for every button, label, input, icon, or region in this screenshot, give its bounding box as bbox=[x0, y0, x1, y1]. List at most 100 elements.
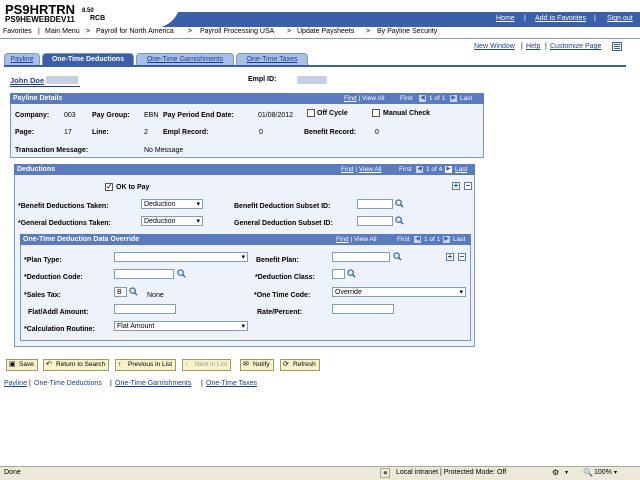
bottom-link-one-time-garnishments[interactable]: One-Time Garnishments bbox=[115, 380, 191, 387]
toplinks-separator: | bbox=[545, 43, 547, 50]
new-window-link[interactable]: New Window bbox=[474, 43, 515, 50]
next-icon: ↓ bbox=[185, 361, 189, 368]
deductions-last-link[interactable]: Last bbox=[455, 166, 467, 173]
crumb-favorites[interactable]: Favorites bbox=[3, 28, 32, 35]
benefit-record-value: 0 bbox=[375, 129, 379, 136]
add-row-button[interactable]: + bbox=[452, 182, 460, 190]
employee-name[interactable]: John Doe bbox=[10, 76, 44, 85]
delete-row-button[interactable]: − bbox=[464, 182, 472, 190]
search-icon[interactable] bbox=[129, 287, 138, 296]
save-icon: ▣ bbox=[9, 361, 16, 368]
override-title: One-Time Deduction Data Override bbox=[23, 236, 140, 243]
override-first: First bbox=[397, 236, 410, 243]
search-icon[interactable] bbox=[177, 269, 186, 278]
http-icon[interactable] bbox=[612, 42, 622, 51]
search-icon[interactable] bbox=[347, 269, 356, 278]
ok-to-pay-label: OK to Pay bbox=[116, 184, 150, 191]
protected-mode-icon[interactable]: ⚙ bbox=[552, 468, 559, 477]
next-in-list-button[interactable]: ↓ Next in List bbox=[182, 359, 232, 371]
save-label: Save bbox=[19, 361, 34, 368]
deductions-find-link[interactable]: Find bbox=[341, 166, 354, 173]
override-find-link[interactable]: Find bbox=[336, 236, 349, 243]
manual-check-checkbox[interactable] bbox=[372, 109, 380, 117]
pay-group-value: EBN bbox=[144, 112, 159, 119]
plan-type-select[interactable] bbox=[114, 252, 248, 262]
prev-arrow-icon: ◀ bbox=[419, 95, 426, 102]
deductions-view-all-link[interactable]: View All bbox=[359, 166, 382, 173]
bottom-link-payline[interactable]: Payline bbox=[4, 380, 27, 387]
rate-input[interactable] bbox=[332, 304, 394, 314]
sign-out-link[interactable]: Sign out bbox=[607, 15, 633, 22]
search-icon[interactable] bbox=[393, 252, 402, 261]
flat-amount-input[interactable] bbox=[114, 304, 176, 314]
tab-payline[interactable]: Payline bbox=[4, 53, 40, 65]
return-to-search-button[interactable]: ↶ Return to Search bbox=[43, 359, 110, 371]
breadcrumb: Favorites | Main Menu > Payroll for Nort… bbox=[0, 27, 640, 38]
calc-routine-select[interactable]: Flat Amount bbox=[114, 321, 248, 331]
general-taken-label: *General Deductions Taken: bbox=[18, 220, 111, 227]
zoom-dropdown-icon[interactable]: ▾ bbox=[614, 469, 617, 476]
status-bar: Done ● Local intranet | Protected Mode: … bbox=[0, 466, 640, 480]
line-label: Line: bbox=[92, 129, 109, 136]
add-to-favorites-link[interactable]: Add to Favorites bbox=[535, 15, 586, 22]
general-subset-input[interactable] bbox=[357, 216, 393, 226]
benefit-taken-label: *Benefit Deductions Taken: bbox=[18, 203, 109, 210]
benefit-plan-input[interactable] bbox=[332, 252, 390, 262]
notify-button[interactable]: ✉ Notify bbox=[240, 359, 274, 371]
return-icon: ↶ bbox=[46, 361, 52, 368]
dropdown-arrow-icon[interactable]: ▾ bbox=[565, 469, 568, 476]
transaction-label: Transaction Message: bbox=[15, 147, 89, 154]
off-cycle-checkbox[interactable] bbox=[307, 109, 315, 117]
crumb-update-paysheets[interactable]: Update Paysheets bbox=[297, 28, 354, 35]
general-subset-label: General Deduction Subset ID: bbox=[234, 220, 333, 227]
crumb-separator: > bbox=[188, 28, 193, 35]
one-time-code-value: Override bbox=[335, 289, 362, 296]
breadcrumb-divider bbox=[0, 38, 640, 39]
deduction-code-input[interactable] bbox=[114, 269, 174, 279]
sales-tax-input[interactable]: B bbox=[114, 287, 127, 297]
refresh-button[interactable]: ⟳ Refresh bbox=[280, 359, 320, 371]
delete-row-button[interactable]: − bbox=[458, 253, 466, 261]
general-taken-select[interactable]: Deduction bbox=[141, 216, 203, 226]
benefit-taken-select[interactable]: Deduction bbox=[141, 199, 203, 209]
search-icon[interactable] bbox=[395, 216, 404, 225]
next-arrow-icon[interactable]: ▶ bbox=[445, 166, 452, 173]
tab-one-time-garnishments[interactable]: One-Time Garnishments bbox=[136, 53, 234, 65]
prev-arrow-icon: ◀ bbox=[416, 166, 423, 173]
bottom-separator: | bbox=[201, 380, 203, 387]
home-link[interactable]: Home bbox=[496, 15, 515, 22]
security-zone: Local intranet | Protected Mode: Off bbox=[396, 469, 507, 476]
crumb-separator: > bbox=[366, 28, 371, 35]
one-time-code-select[interactable]: Override bbox=[332, 287, 466, 297]
deduction-class-label: *Deduction Class: bbox=[255, 274, 315, 281]
benefit-subset-input[interactable] bbox=[357, 199, 393, 209]
crumb-main-menu[interactable]: Main Menu bbox=[45, 28, 80, 35]
off-cycle-label: Off Cycle bbox=[317, 110, 348, 117]
tab-underline bbox=[4, 65, 626, 67]
payline-view-all: View All bbox=[361, 95, 385, 102]
payline-first: First bbox=[400, 95, 413, 102]
add-row-button[interactable]: + bbox=[446, 253, 454, 261]
customize-page-link[interactable]: Customize Page bbox=[550, 43, 601, 50]
override-last: Last bbox=[453, 236, 466, 243]
db-code: RCB bbox=[90, 15, 106, 22]
bottom-link-one-time-taxes[interactable]: One-Time Taxes bbox=[206, 380, 257, 387]
plan-type-label: *Plan Type: bbox=[24, 257, 62, 264]
search-icon[interactable] bbox=[395, 199, 404, 208]
payline-details-header: Payline Details Find | View All First ◀ … bbox=[10, 93, 484, 104]
zoom-icon[interactable]: 🔍 bbox=[583, 468, 593, 477]
notify-icon: ✉ bbox=[243, 361, 249, 368]
tab-one-time-taxes[interactable]: One-Time Taxes bbox=[236, 53, 308, 65]
help-link[interactable]: Help bbox=[526, 43, 540, 50]
header-separator: | bbox=[594, 15, 596, 22]
tab-one-time-deductions[interactable]: One-Time Deductions bbox=[42, 53, 134, 65]
previous-in-list-button[interactable]: ↑ Previous in List bbox=[115, 359, 177, 371]
zoom-level[interactable]: 100% bbox=[594, 469, 612, 476]
crumb-payroll-usa[interactable]: Payroll Processing USA bbox=[200, 28, 274, 35]
payline-find-link[interactable]: Find bbox=[344, 95, 357, 102]
deduction-class-input[interactable] bbox=[332, 269, 345, 279]
save-button[interactable]: ▣ Save bbox=[6, 359, 38, 371]
db-name: PS9HEWEBDEV11 bbox=[5, 15, 75, 24]
crumb-payroll-na[interactable]: Payroll for North America bbox=[96, 28, 174, 35]
ok-to-pay-checkbox[interactable]: ✓ bbox=[105, 182, 113, 191]
